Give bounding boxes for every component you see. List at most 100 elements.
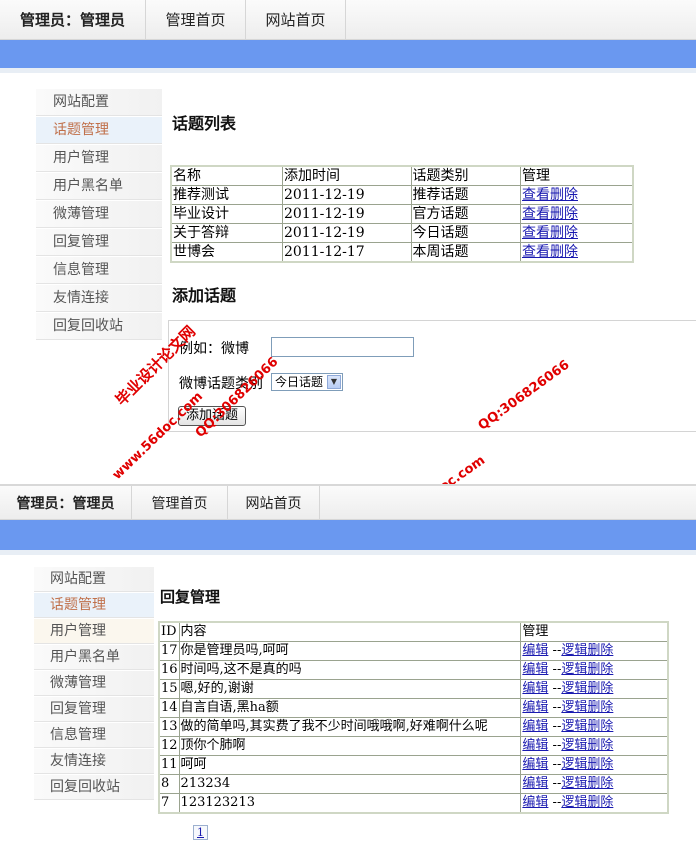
- view-delete-link[interactable]: 查看删除: [522, 244, 578, 260]
- table-row: 毕业设计 2011-12-19 官方话题 查看删除: [170, 204, 634, 224]
- admin-label: 管理员：管理员: [0, 486, 132, 519]
- edit-link[interactable]: 编辑: [522, 738, 548, 753]
- table-row: 17 你是管理员吗,呵呵 编辑 --逻辑删除: [158, 641, 669, 661]
- top-header: 管理员：管理员 管理首页 网站首页: [0, 486, 696, 520]
- topic-list-title: 话题列表: [172, 114, 237, 133]
- reply-content: 213234: [178, 774, 522, 794]
- table-row: 8 213234 编辑 --逻辑删除: [158, 774, 669, 794]
- topic-category-select[interactable]: 今日话题 ▼: [271, 373, 343, 391]
- nav-admin-home[interactable]: 管理首页: [132, 486, 228, 519]
- sidebar-item-user-blacklist[interactable]: 用户黑名单: [36, 173, 162, 200]
- view-delete-link[interactable]: 查看删除: [522, 225, 578, 241]
- reply-action-cell: 编辑 --逻辑删除: [520, 641, 669, 661]
- sidebar-item-friend-links[interactable]: 友情连接: [34, 749, 154, 774]
- reply-id: 17: [158, 641, 180, 661]
- sidebar-item-site-config[interactable]: 网站配置: [36, 89, 162, 116]
- edit-link[interactable]: 编辑: [522, 719, 548, 734]
- table-row: 世博会 2011-12-17 本周话题 查看删除: [170, 242, 634, 263]
- sidebar-item-weibo-manage[interactable]: 微薄管理: [34, 671, 154, 696]
- column-header: 管理: [520, 621, 669, 642]
- topic-action-cell: 查看删除: [520, 242, 634, 263]
- view-delete-link[interactable]: 查看删除: [522, 187, 578, 203]
- topic-date: 2011-12-19: [281, 223, 412, 243]
- edit-link[interactable]: 编辑: [522, 681, 548, 696]
- sidebar-item-user-manage[interactable]: 用户管理: [34, 619, 154, 644]
- reply-content: 时间吗,这不是真的吗: [178, 660, 522, 680]
- table-row: 16 时间吗,这不是真的吗 编辑 --逻辑删除: [158, 660, 669, 680]
- sidebar-item-topic-manage[interactable]: 话题管理: [34, 593, 154, 618]
- reply-content: 自言自语,黑ha额: [178, 698, 522, 718]
- topic-category: 推荐话题: [410, 185, 522, 205]
- nav-admin-home[interactable]: 管理首页: [146, 0, 246, 39]
- logical-delete-link[interactable]: 逻辑删除: [561, 719, 613, 734]
- chevron-down-icon: ▼: [327, 375, 341, 389]
- reply-action-cell: 编辑 --逻辑删除: [520, 660, 669, 680]
- reply-action-cell: 编辑 --逻辑删除: [520, 755, 669, 775]
- topic-category: 官方话题: [410, 204, 522, 224]
- topic-date: 2011-12-19: [281, 204, 412, 224]
- reply-action-cell: 编辑 --逻辑删除: [520, 793, 669, 814]
- topic-name: 关于答辩: [170, 223, 283, 243]
- reply-content: 你是管理员吗,呵呵: [178, 641, 522, 661]
- topic-name: 推荐测试: [170, 185, 283, 205]
- nav-site-home[interactable]: 网站首页: [246, 0, 346, 39]
- sidebar-item-site-config[interactable]: 网站配置: [34, 567, 154, 592]
- pagination-page-link[interactable]: 1: [193, 825, 208, 840]
- topic-name-input[interactable]: [271, 337, 414, 357]
- column-header: 添加时间: [281, 165, 412, 186]
- reply-action-cell: 编辑 --逻辑删除: [520, 698, 669, 718]
- logical-delete-link[interactable]: 逻辑删除: [561, 795, 613, 810]
- edit-link[interactable]: 编辑: [522, 662, 548, 677]
- edit-link[interactable]: 编辑: [522, 776, 548, 791]
- edit-link[interactable]: 编辑: [522, 700, 548, 715]
- sidebar-item-friend-links[interactable]: 友情连接: [36, 285, 162, 312]
- logical-delete-link[interactable]: 逻辑删除: [561, 757, 613, 772]
- table-row: 15 嗯,好的,谢谢 编辑 --逻辑删除: [158, 679, 669, 699]
- reply-id: 13: [158, 717, 180, 737]
- sidebar-item-topic-manage[interactable]: 话题管理: [36, 117, 162, 144]
- edit-link[interactable]: 编辑: [522, 757, 548, 772]
- logical-delete-link[interactable]: 逻辑删除: [561, 681, 613, 696]
- logical-delete-link[interactable]: 逻辑删除: [561, 776, 613, 791]
- reply-action-cell: 编辑 --逻辑删除: [520, 736, 669, 756]
- topic-date: 2011-12-19: [281, 185, 412, 205]
- edit-link[interactable]: 编辑: [522, 795, 548, 810]
- reply-content: 顶你个肺啊: [178, 736, 522, 756]
- view-delete-link[interactable]: 查看删除: [522, 206, 578, 222]
- column-header: 管理: [520, 165, 634, 186]
- reply-action-cell: 编辑 --逻辑删除: [520, 679, 669, 699]
- header-band: [0, 40, 696, 68]
- header-band: [0, 520, 696, 550]
- topic-action-cell: 查看删除: [520, 223, 634, 243]
- nav-site-home[interactable]: 网站首页: [228, 486, 320, 519]
- reply-id: 7: [158, 793, 180, 814]
- topic-action-cell: 查看删除: [520, 204, 634, 224]
- logical-delete-link[interactable]: 逻辑删除: [561, 643, 613, 658]
- topic-name: 世博会: [170, 242, 283, 263]
- sidebar-item-user-manage[interactable]: 用户管理: [36, 145, 162, 172]
- table-row: 7 123123213 编辑 --逻辑删除: [158, 793, 669, 814]
- topic-category: 本周话题: [410, 242, 522, 263]
- logical-delete-link[interactable]: 逻辑删除: [561, 662, 613, 677]
- sidebar-item-reply-recycle[interactable]: 回复回收站: [34, 775, 154, 800]
- column-header: 内容: [178, 621, 522, 642]
- sidebar-item-info-manage[interactable]: 信息管理: [34, 723, 154, 748]
- edit-link[interactable]: 编辑: [522, 643, 548, 658]
- reply-content: 做的简单吗,其实费了我不少时间哦哦啊,好难啊什么呢: [178, 717, 522, 737]
- sidebar-item-reply-recycle[interactable]: 回复回收站: [36, 313, 162, 340]
- sidebar-item-user-blacklist[interactable]: 用户黑名单: [34, 645, 154, 670]
- reply-id: 11: [158, 755, 180, 775]
- sidebar-item-weibo-manage[interactable]: 微薄管理: [36, 201, 162, 228]
- logical-delete-link[interactable]: 逻辑删除: [561, 700, 613, 715]
- sidebar-item-reply-manage[interactable]: 回复管理: [36, 229, 162, 256]
- topic-table: 名称 添加时间 话题类别 管理 推荐测试 2011-12-19 推荐话题 查看删…: [170, 165, 634, 263]
- column-header: 话题类别: [410, 165, 522, 186]
- sidebar-item-reply-manage[interactable]: 回复管理: [34, 697, 154, 722]
- column-header: ID: [158, 621, 180, 642]
- reply-manage-title: 回复管理: [160, 588, 221, 606]
- table-row: 关于答辩 2011-12-19 今日话题 查看删除: [170, 223, 634, 243]
- sidebar-item-info-manage[interactable]: 信息管理: [36, 257, 162, 284]
- reply-action-cell: 编辑 --逻辑删除: [520, 717, 669, 737]
- table-row: 推荐测试 2011-12-19 推荐话题 查看删除: [170, 185, 634, 205]
- logical-delete-link[interactable]: 逻辑删除: [561, 738, 613, 753]
